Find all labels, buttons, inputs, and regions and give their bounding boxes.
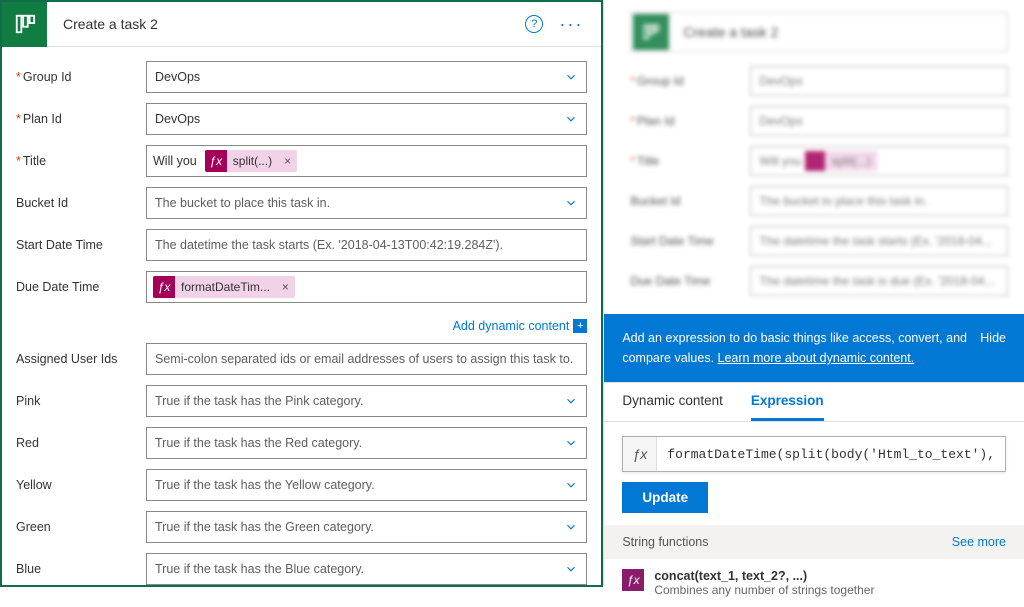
token-field[interactable]: Will you ƒxsplit(...)× (146, 145, 587, 177)
form-row: Start Date TimeThe datetime the task sta… (16, 229, 587, 261)
form-row: *Plan IdDevOps (16, 103, 587, 135)
token-field[interactable]: ƒxformatDateTim...× (146, 271, 587, 303)
field-label: Yellow (16, 478, 146, 492)
plus-icon[interactable]: + (573, 319, 587, 333)
ghost-preview: Create a task 2*Group IdDevOps*Plan IdDe… (604, 0, 1024, 314)
fx-icon: ƒx (153, 276, 175, 298)
field-label: Start Date Time (16, 238, 146, 252)
form-row: *Group IdDevOps (16, 61, 587, 93)
select-field[interactable]: True if the task has the Red category. (146, 427, 587, 459)
form-row: GreenTrue if the task has the Green cate… (16, 511, 587, 543)
fx-icon: ƒx (622, 569, 644, 591)
create-task-card: Create a task 2 ? ··· *Group IdDevOps*Pl… (0, 0, 603, 587)
fx-token-label: formatDateTim... (175, 280, 276, 294)
close-icon[interactable]: × (278, 154, 297, 168)
field-label: *Plan Id (16, 112, 146, 126)
chevron-down-icon (564, 112, 578, 126)
chevron-down-icon (564, 562, 578, 576)
expression-tip: Add an expression to do basic things lik… (604, 314, 1024, 382)
field-label: Green (16, 520, 146, 534)
fx-badge-icon: ƒx (623, 437, 657, 471)
planner-icon (2, 2, 47, 47)
form-row: Assigned User IdsSemi-colon separated id… (16, 343, 587, 375)
fx-icon: ƒx (205, 150, 227, 172)
text-field[interactable]: Semi-colon separated ids or email addres… (146, 343, 587, 375)
chevron-down-icon (564, 478, 578, 492)
form-body: *Group IdDevOps*Plan IdDevOps*TitleWill … (2, 47, 601, 585)
help-icon[interactable]: ? (525, 15, 543, 33)
field-label: Blue (16, 562, 146, 576)
field-label: *Title (16, 154, 146, 168)
add-dynamic-content-link[interactable]: Add dynamic content (453, 319, 570, 333)
function-description: Combines any number of strings together (654, 583, 874, 597)
form-row: Due Date Time ƒxformatDateTim...× (16, 271, 587, 303)
chevron-down-icon (564, 394, 578, 408)
field-label: Due Date Time (16, 280, 146, 294)
fx-token-label: split(...) (227, 154, 278, 168)
text-field[interactable]: The datetime the task starts (Ex. '2018-… (146, 229, 587, 261)
learn-more-link[interactable]: Learn more about dynamic content. (718, 351, 915, 365)
select-field[interactable]: True if the task has the Green category. (146, 511, 587, 543)
function-item-concat[interactable]: ƒx concat(text_1, text_2?, ...) Combines… (604, 559, 1024, 607)
see-more-link[interactable]: See more (952, 535, 1006, 549)
field-label: Pink (16, 394, 146, 408)
update-button[interactable]: Update (622, 482, 708, 513)
select-field[interactable]: DevOps (146, 61, 587, 93)
select-field[interactable]: True if the task has the Pink category. (146, 385, 587, 417)
hide-link[interactable]: Hide (980, 328, 1006, 368)
token-prefix: Will you (153, 154, 201, 168)
more-menu-icon[interactable]: ··· (559, 19, 583, 29)
chevron-down-icon (564, 520, 578, 534)
select-field[interactable]: True if the task has the Yellow category… (146, 469, 587, 501)
select-field[interactable]: The bucket to place this task in. (146, 187, 587, 219)
card-title: Create a task 2 (47, 16, 525, 32)
right-panel: Create a task 2*Group IdDevOps*Plan IdDe… (603, 0, 1024, 587)
fx-token[interactable]: ƒxformatDateTim...× (153, 276, 295, 298)
chevron-down-icon (564, 70, 578, 84)
function-name: concat(text_1, text_2?, ...) (654, 569, 874, 583)
add-dynamic-content-row: Add dynamic content+ (16, 313, 587, 343)
expression-input[interactable]: formatDateTime(split(body('Html_to_text'… (657, 447, 1005, 462)
form-row: PinkTrue if the task has the Pink catego… (16, 385, 587, 417)
form-row: Bucket IdThe bucket to place this task i… (16, 187, 587, 219)
tab-dynamic-content[interactable]: Dynamic content (622, 393, 723, 421)
expression-panel: Dynamic content Expression ƒx formatDate… (604, 382, 1024, 607)
select-field[interactable]: DevOps (146, 103, 587, 135)
section-title: String functions (622, 535, 708, 549)
chevron-down-icon (564, 436, 578, 450)
close-icon[interactable]: × (276, 280, 295, 294)
fx-token[interactable]: ƒxsplit(...)× (205, 150, 297, 172)
field-label: Assigned User Ids (16, 352, 146, 366)
form-row: YellowTrue if the task has the Yellow ca… (16, 469, 587, 501)
functions-section-header: String functions See more (604, 525, 1024, 559)
field-label: *Group Id (16, 70, 146, 84)
form-row: RedTrue if the task has the Red category… (16, 427, 587, 459)
field-label: Bucket Id (16, 196, 146, 210)
select-field[interactable]: True if the task has the Blue category. (146, 553, 587, 585)
chevron-down-icon (564, 196, 578, 210)
form-row: BlueTrue if the task has the Blue catego… (16, 553, 587, 585)
expression-input-row: ƒx formatDateTime(split(body('Html_to_te… (622, 436, 1006, 472)
field-label: Red (16, 436, 146, 450)
tab-expression[interactable]: Expression (751, 393, 824, 421)
expression-tabs: Dynamic content Expression (604, 383, 1024, 422)
card-header: Create a task 2 ? ··· (2, 2, 601, 47)
form-row: *Title Will you ƒxsplit(...)× (16, 145, 587, 177)
